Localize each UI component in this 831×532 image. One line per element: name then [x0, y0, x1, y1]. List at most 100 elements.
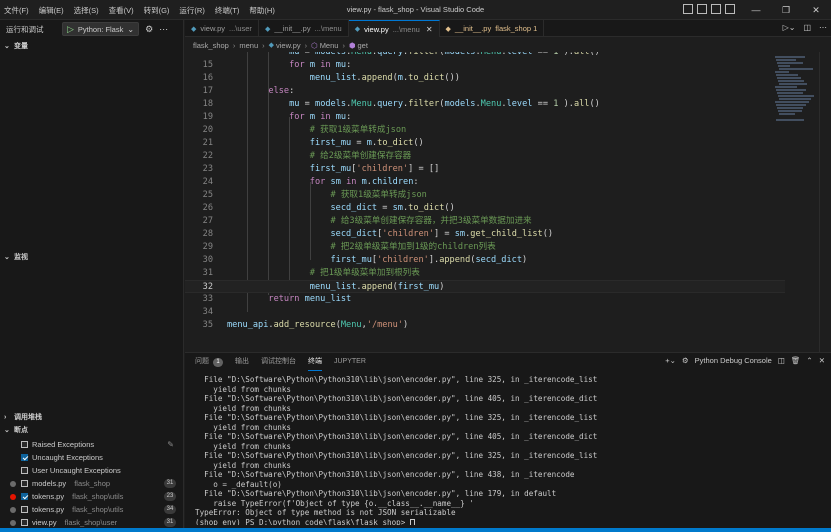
- breakpoint-checkbox[interactable]: [21, 493, 28, 500]
- menu-item[interactable]: 编辑(E): [39, 5, 64, 16]
- split-editor-icon[interactable]: ◫: [803, 23, 811, 32]
- gear-icon[interactable]: ⚙: [145, 24, 153, 35]
- breakpoint-label: tokens.py: [32, 505, 65, 514]
- code-editor[interactable]: mu = models.Menu.query.filter(models.Men…: [185, 52, 831, 352]
- breadcrumb: flask_shop › menu › ◆ view.py › ⬡ Menu › ⬢ get: [185, 38, 831, 52]
- code-line: 21 first_mu = m.to_dict(): [185, 137, 785, 150]
- panel-tab[interactable]: JUPYTER: [334, 353, 366, 371]
- run-python-file-icon[interactable]: ▷⌄: [783, 23, 796, 32]
- menu-item[interactable]: 查看(V): [109, 5, 134, 16]
- breakpoint-item[interactable]: Uncaught Exceptions: [0, 451, 184, 464]
- breakpoint-item[interactable]: User Uncaught Exceptions: [0, 464, 184, 477]
- terminal-line: yield from chunks: [195, 384, 292, 394]
- start-debugging-icon[interactable]: ▷: [67, 24, 74, 35]
- python-file-icon: ◆: [445, 25, 451, 33]
- editor-tab[interactable]: ◆ __init__.py flask_shop 1: [440, 20, 545, 37]
- new-terminal-icon[interactable]: +⌄: [665, 356, 676, 365]
- python-file-icon: ◆: [264, 25, 271, 33]
- breakpoint-checkbox[interactable]: [21, 441, 28, 448]
- maximize-icon[interactable]: ❐: [771, 0, 801, 20]
- close-tab-icon[interactable]: ✕: [426, 25, 433, 34]
- minimap-line: [776, 59, 796, 61]
- terminal-line: File "D:\Software\Python\Python310\lib\j…: [195, 375, 598, 384]
- panel-tab[interactable]: 问题 1: [195, 353, 223, 371]
- toggle-secondary-sidebar-icon[interactable]: [711, 4, 721, 14]
- kill-terminal-icon[interactable]: 🗑: [791, 356, 801, 365]
- menu-item[interactable]: 文件(F): [4, 5, 29, 16]
- code-line: 29 # 把2级单级菜单加到1级的children列表: [185, 241, 785, 254]
- line-number: 33: [202, 294, 213, 304]
- editor-scrollbar[interactable]: [819, 52, 831, 352]
- menu-item[interactable]: 运行(R): [179, 5, 204, 16]
- section-breakpoints[interactable]: ⌄ 断点: [0, 424, 184, 436]
- line-number: 26: [202, 203, 213, 213]
- menu-item[interactable]: 转到(G): [144, 5, 170, 16]
- launch-config-select[interactable]: ▷ Python: Flask ⌄: [62, 22, 140, 36]
- breakpoint-item[interactable]: tokens.py flask_shop\utils 34: [0, 503, 184, 516]
- breakpoint-checkbox[interactable]: [21, 480, 28, 487]
- breakpoint-checkbox[interactable]: [21, 467, 28, 474]
- minimap-line: [775, 86, 797, 88]
- edit-breakpoint-icon[interactable]: ✎: [167, 440, 174, 449]
- breadcrumb-part[interactable]: flask_shop: [193, 41, 229, 50]
- breakpoint-item[interactable]: Raised Exceptions ✎: [0, 438, 184, 451]
- toggle-primary-sidebar-icon[interactable]: [683, 4, 693, 14]
- panel-tab[interactable]: 调试控制台: [261, 353, 296, 371]
- code-text: menu_list.append(m.to_dict()): [309, 73, 460, 83]
- breakpoint-checkbox[interactable]: [21, 506, 28, 513]
- menu-item[interactable]: 选择(S): [74, 5, 99, 16]
- section-watch[interactable]: ⌄ 监视: [0, 251, 184, 263]
- terminal-line: raise TypeError(f'Object of type {o.__cl…: [195, 498, 474, 508]
- editor-tab[interactable]: ◆ view.py ...\menu ✕: [348, 20, 440, 37]
- section-variables[interactable]: ⌄ 变量: [0, 40, 184, 52]
- minimap[interactable]: [775, 52, 817, 352]
- breadcrumb-part[interactable]: get: [358, 41, 368, 50]
- split-terminal-icon[interactable]: ◫: [778, 356, 785, 365]
- code-line: 26 secd_dict = sm.to_dict(): [185, 202, 785, 215]
- code-text: menu_api.add_resource(Menu,'/menu'): [227, 320, 409, 330]
- code-text: for sm in m.children:: [309, 177, 419, 187]
- panel-tab[interactable]: 终端: [308, 353, 322, 371]
- code-line: 35 menu_api.add_resource(Menu,'/menu'): [185, 319, 785, 332]
- code-text: mu = models.Menu.query.filter(models.Men…: [289, 52, 600, 57]
- breakpoint-item[interactable]: models.py flask_shop 31: [0, 477, 184, 490]
- breakpoint-dot-icon: [10, 480, 16, 487]
- chevron-right-icon: ›: [262, 40, 265, 50]
- code-line: 27 # 给3级菜单创建保存容器，并把3级菜单数据加进来: [185, 215, 785, 228]
- customize-layout-icon[interactable]: [725, 4, 735, 14]
- breakpoint-path: flask_shop\user: [64, 518, 118, 527]
- menu-item[interactable]: 终端(T): [215, 5, 240, 16]
- breakpoint-path: flask_shop\utils: [72, 492, 124, 501]
- window-controls: — ❐ ✕: [741, 0, 831, 20]
- breakpoint-label: view.py: [32, 518, 57, 527]
- menu-item[interactable]: 帮助(H): [249, 5, 274, 16]
- panel-tab-label: 问题: [195, 358, 209, 365]
- breadcrumb-part[interactable]: Menu: [320, 41, 339, 50]
- toggle-panel-icon[interactable]: [697, 4, 707, 14]
- tab-description: flask_shop 1: [495, 24, 538, 33]
- terminal-line: yield from chunks: [195, 441, 292, 451]
- maximize-panel-icon[interactable]: ⌃: [806, 356, 812, 365]
- section-callstack[interactable]: › 调用堆栈: [0, 411, 184, 423]
- panel-tab[interactable]: 输出: [235, 353, 249, 371]
- terminal-output[interactable]: File "D:\Software\Python\Python310\lib\j…: [195, 375, 825, 525]
- code-line: 28 secd_dict['children'] = sm.get_child_…: [185, 228, 785, 241]
- code-text: first_mu['children'].append(secd_dict): [330, 255, 528, 265]
- editor-tab[interactable]: ◆ view.py ...\user: [185, 20, 259, 37]
- breakpoint-item[interactable]: tokens.py flask_shop\utils 23: [0, 490, 184, 503]
- editor-tab[interactable]: ◆ __init__.py ...\menu: [259, 20, 349, 37]
- close-panel-icon[interactable]: ✕: [819, 356, 825, 365]
- minimap-line: [778, 95, 814, 97]
- more-actions-icon[interactable]: ⋯: [819, 23, 827, 32]
- breadcrumb-part[interactable]: view.py: [276, 41, 301, 50]
- class-icon: ⬡: [311, 40, 318, 50]
- terminal-name[interactable]: Python Debug Console: [695, 356, 772, 365]
- breadcrumb-part[interactable]: menu: [239, 41, 258, 50]
- breakpoint-checkbox[interactable]: [21, 519, 28, 526]
- more-actions-icon[interactable]: ⋯: [159, 24, 168, 35]
- breakpoint-checkbox[interactable]: [21, 454, 28, 461]
- minimize-icon[interactable]: —: [741, 0, 771, 20]
- minimap-line: [779, 98, 811, 100]
- close-window-icon[interactable]: ✕: [801, 0, 831, 20]
- line-number: 20: [202, 125, 213, 135]
